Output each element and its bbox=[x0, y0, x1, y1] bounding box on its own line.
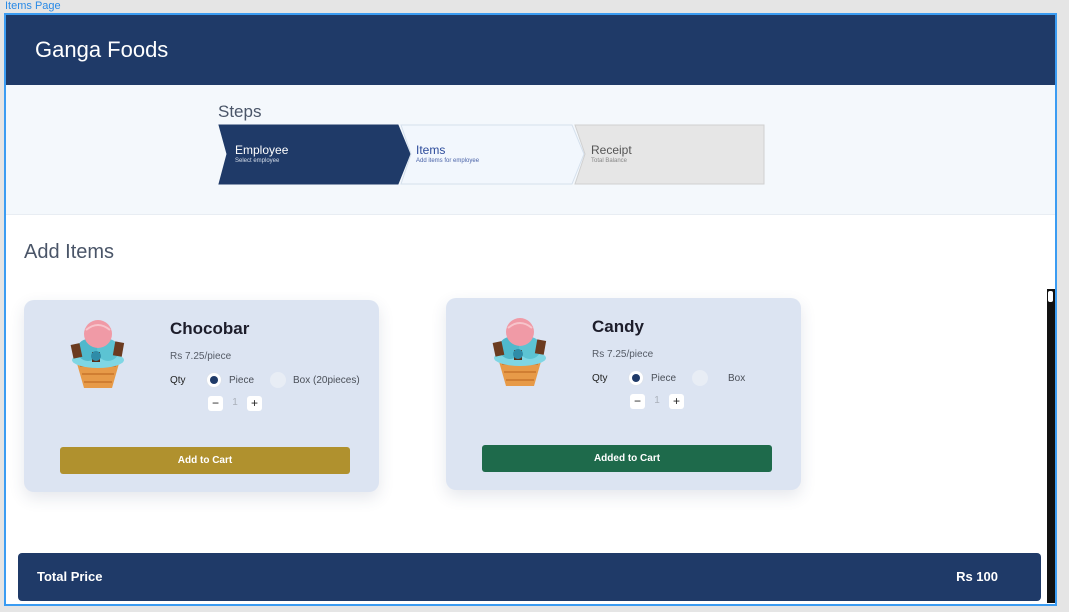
scrollbar-thumb[interactable] bbox=[1048, 291, 1053, 302]
product-price: Rs 7.25/piece bbox=[592, 349, 654, 360]
increment-button[interactable]: + bbox=[247, 396, 262, 411]
total-price-label: Total Price bbox=[37, 569, 103, 584]
product-card: Chocobar Rs 7.25/piece Qty Piece Box (20… bbox=[24, 300, 379, 492]
quantity-value: 1 bbox=[654, 395, 660, 406]
decrement-button[interactable]: − bbox=[208, 396, 223, 411]
ice-cream-cone-icon bbox=[492, 318, 547, 386]
step-receipt-sub: Total Balance bbox=[591, 158, 628, 164]
add-items-title: Add Items bbox=[24, 241, 115, 263]
decrement-button[interactable]: − bbox=[630, 394, 645, 409]
product-price: Rs 7.25/piece bbox=[170, 351, 232, 362]
step-employee[interactable]: Employee Select employee bbox=[235, 144, 288, 165]
app-header: Ganga Foods bbox=[6, 15, 1055, 85]
radio-piece[interactable] bbox=[206, 372, 222, 388]
step-receipt-title: Receipt bbox=[591, 143, 632, 157]
radio-box-label: Box (20pieces) bbox=[293, 375, 360, 386]
added-to-cart-button[interactable]: Added to Cart bbox=[482, 445, 772, 472]
scrollbar[interactable] bbox=[1047, 289, 1055, 603]
items-page: Ganga Foods Steps Employee Select employ… bbox=[4, 13, 1057, 606]
brand-title: Ganga Foods bbox=[35, 37, 169, 62]
stepper bbox=[218, 124, 765, 185]
step-receipt[interactable]: Receipt Total Balance bbox=[591, 144, 632, 165]
product-name: Chocobar bbox=[170, 319, 250, 338]
qty-label: Qty bbox=[170, 375, 186, 386]
step-employee-title: Employee bbox=[235, 143, 289, 157]
qty-label: Qty bbox=[592, 373, 608, 384]
ice-cream-cone-icon bbox=[70, 320, 125, 388]
radio-box[interactable] bbox=[270, 372, 286, 388]
radio-piece-label: Piece bbox=[229, 375, 255, 386]
product-name: Candy bbox=[592, 317, 644, 336]
add-to-cart-button[interactable]: Add to Cart bbox=[60, 447, 350, 474]
total-price-bar: Total Price Rs 100 bbox=[18, 553, 1041, 601]
step-items[interactable]: Items Add items for employee bbox=[416, 144, 479, 165]
radio-box-label: Box bbox=[728, 373, 746, 384]
radio-piece[interactable] bbox=[628, 370, 644, 386]
radio-box[interactable] bbox=[692, 370, 708, 386]
step-items-title: Items bbox=[416, 143, 446, 157]
product-card: Candy Rs 7.25/piece Qty Piece Box − 1 + … bbox=[446, 298, 801, 490]
steps-title: Steps bbox=[218, 102, 262, 121]
step-employee-sub: Select employee bbox=[235, 158, 280, 164]
step-items-sub: Add items for employee bbox=[416, 158, 480, 164]
total-price-value: Rs 100 bbox=[956, 569, 998, 584]
radio-piece-label: Piece bbox=[651, 373, 677, 384]
frame-label: Items Page bbox=[5, 0, 61, 12]
quantity-value: 1 bbox=[232, 397, 238, 408]
steps-section: Steps Employee Select employee Items Add… bbox=[6, 85, 1055, 215]
increment-button[interactable]: + bbox=[669, 394, 684, 409]
